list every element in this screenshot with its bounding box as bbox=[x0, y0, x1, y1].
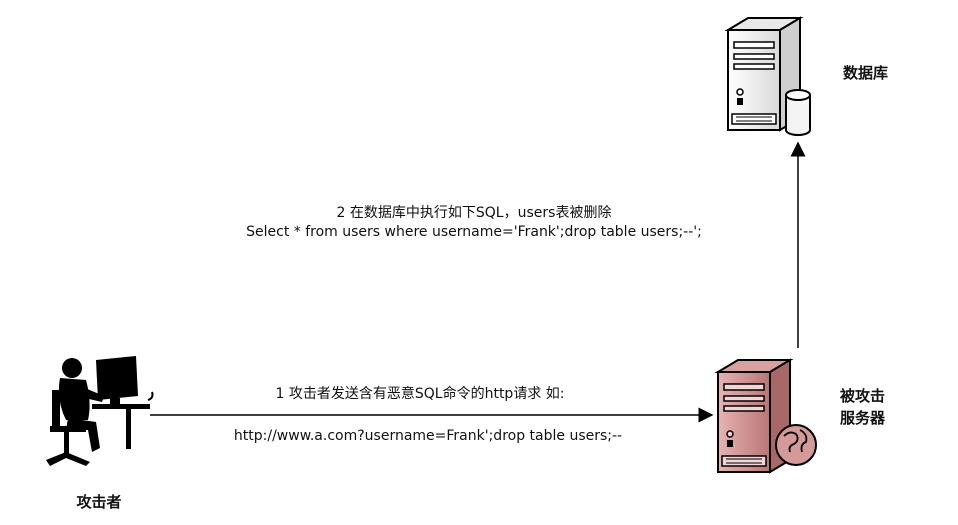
step1-line2: http://www.a.com?username=Frank';drop ta… bbox=[233, 428, 623, 444]
diagram-canvas bbox=[46, 16, 817, 474]
step2-line1: 2 在数据库中执行如下SQL，users表被删除 bbox=[336, 205, 612, 221]
attacker-icon bbox=[46, 356, 154, 466]
attacker-label: 攻击者 bbox=[76, 493, 122, 511]
step2-line2: Select * from users where username='Fran… bbox=[246, 224, 702, 240]
database-server-icon bbox=[724, 16, 811, 136]
web-server-icon bbox=[714, 358, 817, 474]
step1-line1: 1 攻击者发送含有恶意SQL命令的http请求 如: bbox=[275, 386, 565, 402]
web-server-label-line1: 被攻击 bbox=[840, 387, 886, 405]
web-server-label-line2: 服务器 bbox=[840, 409, 886, 427]
database-label: 数据库 bbox=[843, 64, 889, 82]
